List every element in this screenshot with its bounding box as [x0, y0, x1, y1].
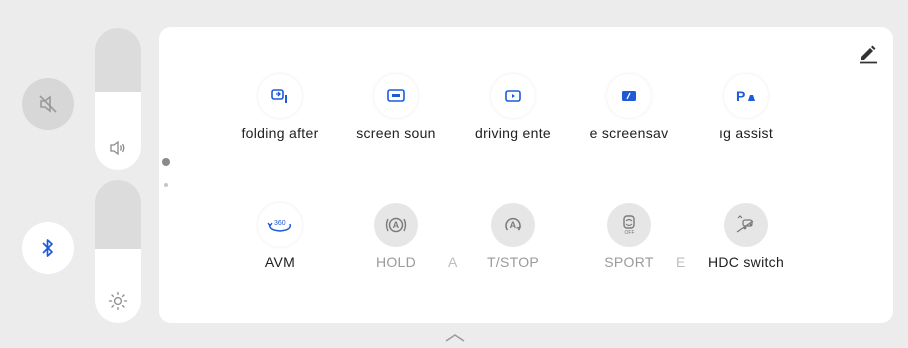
tile-label: ıg assist: [718, 125, 774, 141]
screensaver-icon: [622, 91, 636, 101]
volume-slider[interactable]: [95, 28, 141, 170]
hdc-icon: [736, 215, 754, 233]
page-indicator-1[interactable]: [162, 158, 170, 166]
tile-label: HOLD: [375, 254, 417, 270]
tile-avm[interactable]: 360 AVM: [227, 203, 333, 270]
tile-label: AVM: [264, 254, 296, 270]
page-indicator-2[interactable]: [164, 183, 168, 187]
tile-folding-after[interactable]: folding after: [227, 74, 333, 141]
avm-360-icon: 360: [267, 220, 292, 232]
svg-text:OFF: OFF: [625, 230, 635, 236]
folding-mirror-icon: [271, 89, 287, 103]
edit-button[interactable]: [855, 40, 881, 66]
tile-label: folding after: [241, 125, 319, 141]
tile-label: HDC switch: [707, 254, 785, 270]
tile-screen-sound[interactable]: screen soun: [343, 74, 449, 141]
tile-label: e screensav: [589, 125, 669, 141]
pencil-icon: [860, 45, 877, 64]
svg-text:A: A: [393, 220, 400, 230]
svg-text:360: 360: [274, 220, 286, 227]
mute-speaker-icon: [39, 95, 57, 113]
tile-label: T/STOP: [486, 254, 540, 270]
speaker-icon: [110, 140, 125, 156]
tile-auto-hold[interactable]: A HOLD: [343, 203, 449, 270]
tile-hdc-switch[interactable]: HDC switch: [693, 203, 799, 270]
tile-label: SPORT: [604, 254, 654, 270]
brightness-slider[interactable]: [95, 180, 141, 323]
driving-entertainment-icon: [505, 90, 521, 102]
tile-esp-sport[interactable]: OFF SPORT: [576, 203, 682, 270]
tile-driving-entertainment[interactable]: driving ente: [460, 74, 566, 141]
chevron-up-icon: [445, 334, 465, 342]
svg-text:P: P: [736, 88, 745, 104]
bluetooth-button[interactable]: [22, 222, 74, 274]
clipped-label-fragment: A: [448, 254, 458, 270]
tile-screensaver[interactable]: e screensav: [576, 74, 682, 141]
auto-hold-icon: A: [385, 217, 407, 233]
sun-icon: [108, 291, 128, 311]
shortcut-panel: [159, 27, 893, 323]
svg-text:A: A: [510, 220, 517, 230]
tile-parking-assist[interactable]: P ıg assist: [693, 74, 799, 141]
tile-auto-start-stop[interactable]: A T/STOP: [460, 203, 566, 270]
tile-label: screen soun: [356, 125, 436, 141]
screen-sound-icon: [387, 89, 405, 102]
pull-up-handle[interactable]: [443, 330, 467, 342]
clipped-label-fragment: E: [676, 254, 686, 270]
tile-label: driving ente: [475, 125, 551, 141]
mute-button[interactable]: [22, 78, 74, 130]
auto-start-stop-icon: A: [505, 217, 522, 231]
parking-assist-icon: P: [736, 88, 755, 104]
bluetooth-icon: [42, 239, 53, 257]
esp-sport-off-icon: OFF: [623, 215, 635, 236]
